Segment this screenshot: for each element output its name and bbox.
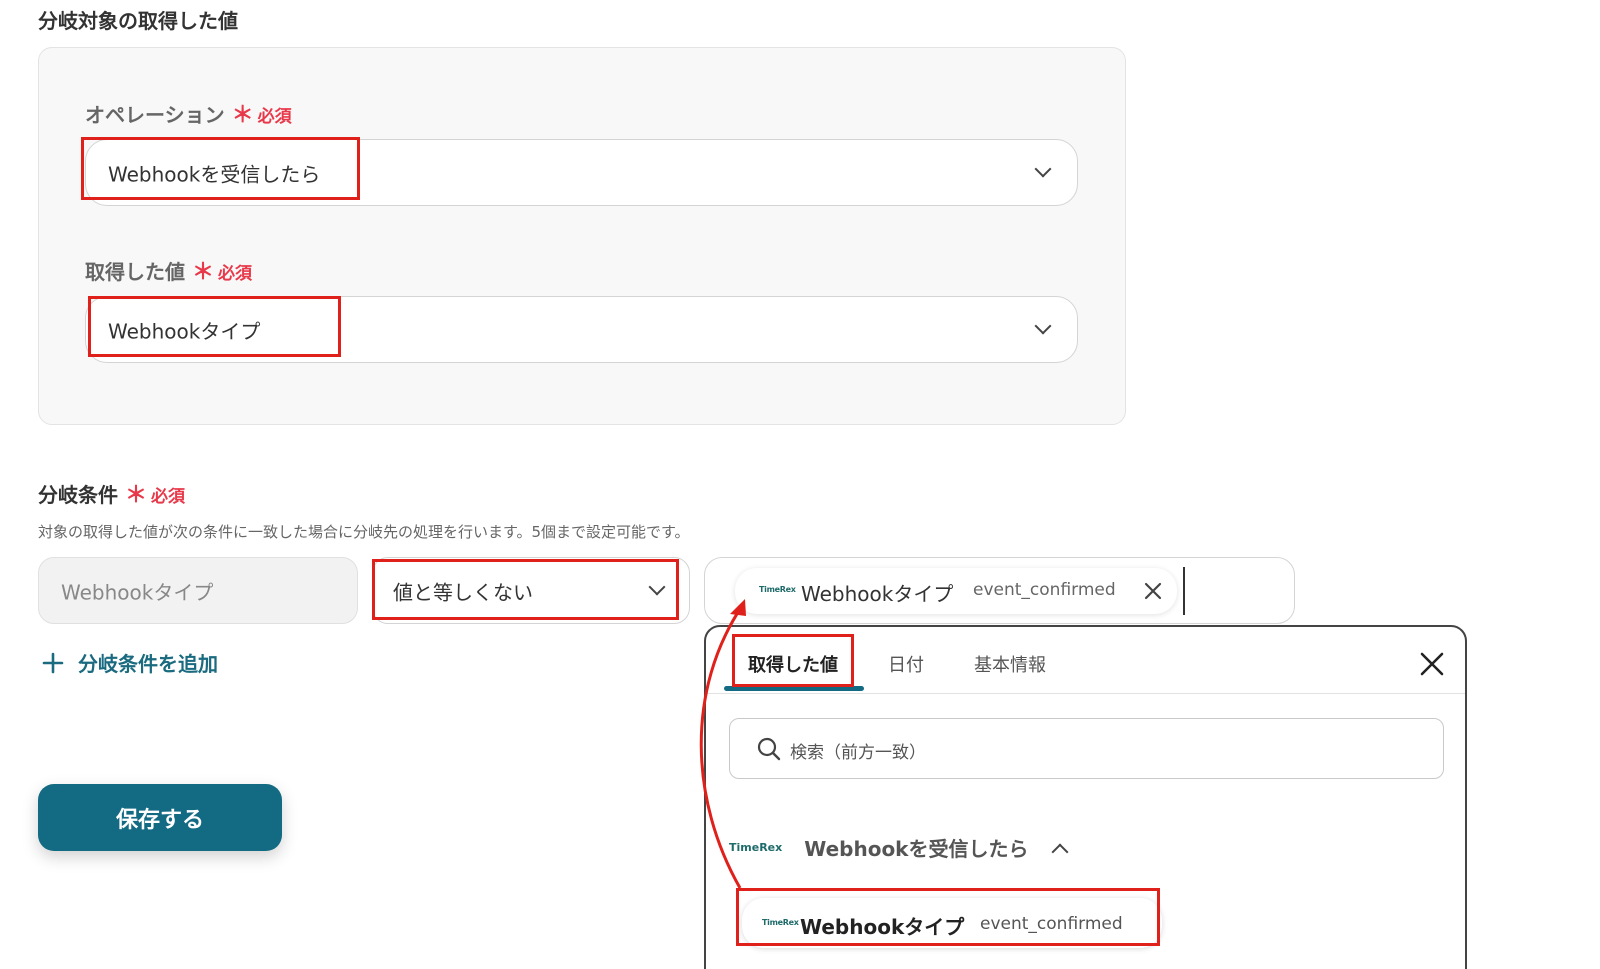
annotation-arrow: [699, 599, 746, 889]
